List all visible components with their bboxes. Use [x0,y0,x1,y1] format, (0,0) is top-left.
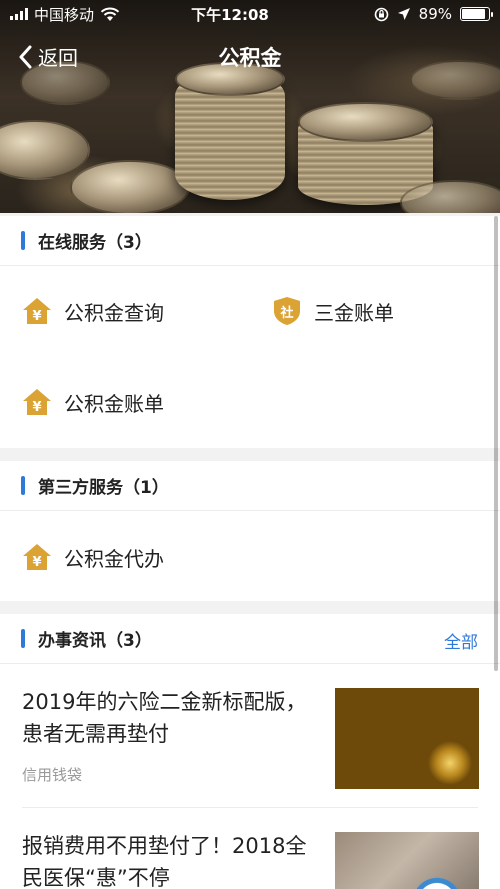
view-all-link[interactable]: 全部 [444,628,478,653]
online-services-section: 在线服务（3） ¥ 公积金查询 社 三金账单 ¥ 公积金账单 [0,216,500,448]
section-accent-bar [21,629,25,648]
social-security-icon: 社 [274,297,300,325]
housing-fund-icon: ¥ [23,298,51,324]
svg-text:¥: ¥ [32,309,41,324]
coin-decoration [70,160,190,213]
section-title: 在线服务（3） [38,233,152,253]
coin-decoration [298,102,433,142]
battery-percent: 89% [418,5,452,23]
section-header: 在线服务（3） [0,216,500,266]
clock: 下午12:08 [191,5,269,24]
signal-icon [10,8,28,20]
news-title: 2019年的六险二金新标配版，患者无需再垫付 [22,690,307,746]
news-item[interactable]: 报销费用不用垫付了！2018全民医保“惠”不停 [22,830,479,889]
third-party-services-section: 第三方服务（1） ¥ 公积金代办 [0,461,500,601]
service-label: 公积金查询 [64,300,164,325]
section-header: 办事资讯（3） 全部 [0,614,500,664]
coin-decoration [0,120,90,180]
header-banner [0,0,500,213]
back-button[interactable]: 返回 [18,42,78,71]
service-housing-fund-query[interactable]: ¥ 公积金查询 [22,296,164,326]
back-label: 返回 [38,46,78,70]
news-divider [22,807,478,808]
service-label: 公积金代办 [64,546,164,571]
wifi-icon [100,7,120,21]
service-label: 三金账单 [314,300,394,325]
news-thumbnail [335,688,479,789]
navigation-bar: 返回 公积金 [0,36,500,76]
news-title: 报销费用不用垫付了！2018全民医保“惠”不停 [22,834,307,889]
carrier-label: 中国移动 [34,5,95,24]
section-accent-bar [21,476,25,495]
status-bar: 中国移动 下午12:08 89% [0,0,500,28]
section-title: 第三方服务（1） [38,478,169,498]
service-housing-fund-agent[interactable]: ¥ 公积金代办 [22,542,164,572]
news-thumbnail [335,832,479,889]
service-housing-fund-bill[interactable]: ¥ 公积金账单 [22,387,164,417]
chevron-left-icon [19,45,32,68]
location-arrow-icon [397,8,410,20]
news-item[interactable]: 2019年的六险二金新标配版，患者无需再垫付 信用钱袋 [22,686,479,808]
section-header: 第三方服务（1） [0,461,500,511]
rotation-lock-icon [374,7,388,21]
service-label: 公积金账单 [64,391,164,416]
svg-text:¥: ¥ [32,555,41,570]
housing-fund-icon: ¥ [23,389,51,415]
section-title: 办事资讯（3） [38,631,152,651]
svg-text:¥: ¥ [32,400,41,415]
scrollbar[interactable] [494,216,498,671]
battery-icon [460,7,493,21]
section-accent-bar [21,231,25,250]
svg-text:社: 社 [279,305,293,321]
news-section: 办事资讯（3） 全部 2019年的六险二金新标配版，患者无需再垫付 信用钱袋 报… [0,614,500,889]
service-three-funds-bill[interactable]: 社 三金账单 [272,296,394,326]
housing-fund-icon: ¥ [23,544,51,570]
